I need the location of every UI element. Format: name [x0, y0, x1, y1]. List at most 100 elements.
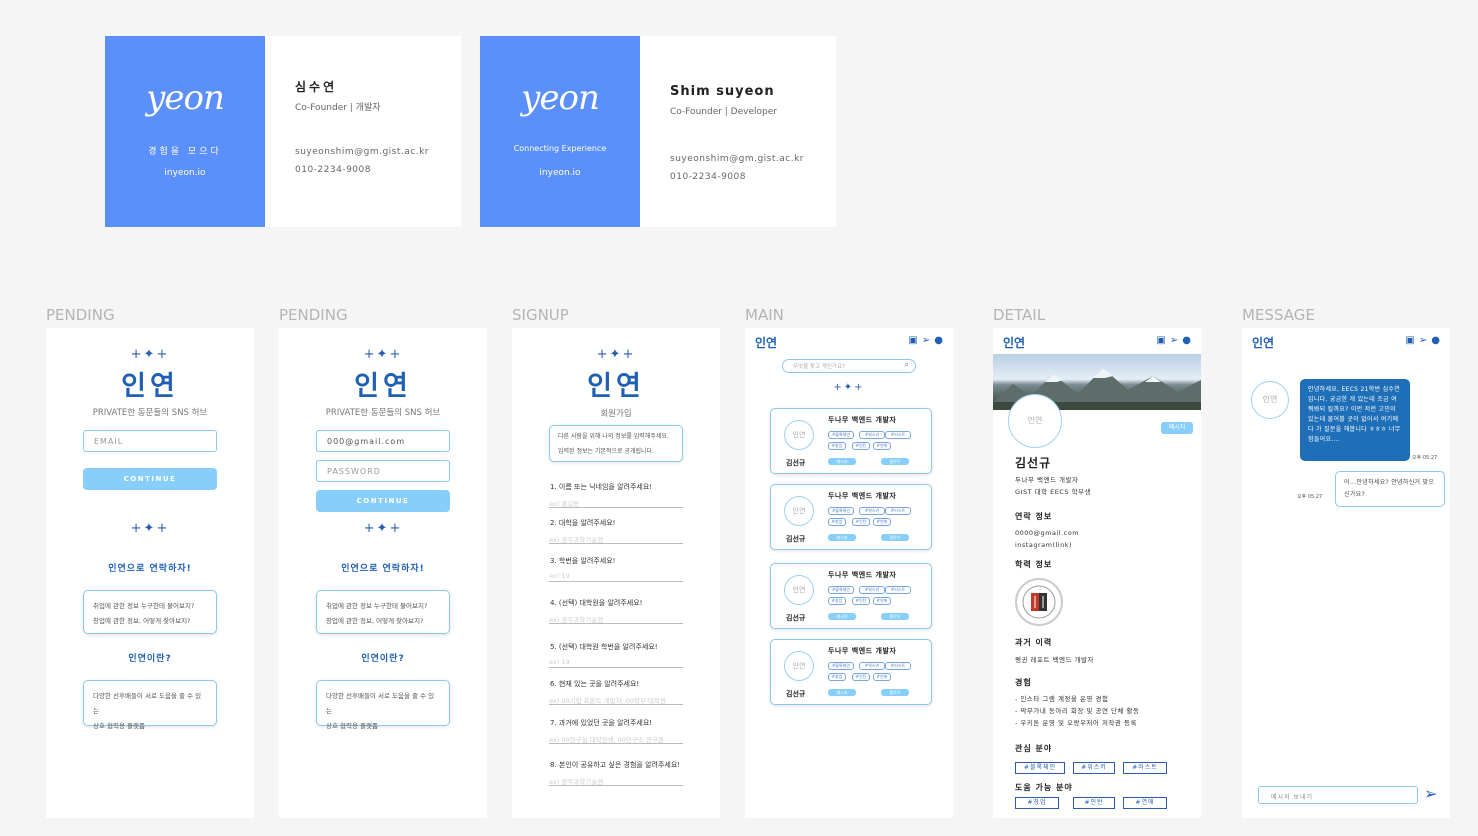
send-icon[interactable]: ➢ — [1419, 335, 1431, 346]
card-phone: 010-2234-9008 — [295, 165, 371, 175]
message-button[interactable]: 메시지 — [828, 613, 856, 620]
continue-button[interactable]: CONTINUE — [83, 468, 217, 490]
interest-chip[interactable]: #위스키 — [859, 431, 885, 439]
interest-tag[interactable]: #블록체인 — [1015, 762, 1065, 774]
about-box: 다양한 선후배들이 서로 도움을 줄 수 있는 상호 협력용 플랫폼 — [316, 680, 450, 730]
interest-chip[interactable]: #인턴 — [852, 518, 870, 526]
continue-button[interactable]: CONTINUE — [316, 490, 450, 512]
past-item: 펭귄 레포트 백엔드 개발자 — [1015, 656, 1094, 664]
profile-avatar: 인연 — [1008, 394, 1062, 448]
profile-name: 김선규 — [1015, 456, 1052, 470]
about-heading: 인연이란? — [361, 654, 405, 664]
signup-answer-input[interactable]: ex) 광주과학기술원 — [549, 614, 683, 624]
interest-chip[interactable]: #러스트 — [885, 507, 911, 515]
intro-box: 취업에 관한 정보 누구한테 물어보지? 창업에 관한 정보, 어떻게 찾아보지… — [83, 590, 217, 634]
email-input[interactable]: 000@gmail.com — [316, 430, 450, 452]
interest-chip[interactable]: #연애 — [873, 518, 891, 526]
signup-answer-input[interactable]: ex) 00연구실 대학원생, 00연구소 연구원 — [549, 734, 683, 744]
app-brand: 인연 — [755, 336, 778, 350]
signup-question: 4. (선택) 대학원을 알려주세요! — [550, 599, 643, 607]
intro-line: 창업에 관한 정보, 어떻게 찾아보지? — [326, 617, 424, 625]
card-site: inyeon.io — [164, 168, 206, 178]
card-role: Co-Founder | Developer — [670, 107, 777, 117]
help-tag[interactable]: #연애 — [1123, 797, 1167, 809]
card-name: 김선규 — [786, 690, 806, 698]
interest-chip[interactable]: #러스트 — [885, 586, 911, 594]
contact-instagram[interactable]: instagram(link) — [1015, 539, 1072, 551]
about-heading: 인연이란? — [128, 654, 172, 664]
card-role: Co-Founder | 개발자 — [295, 103, 381, 113]
subtitle: PRIVATE한 동문들의 SNS 허브 — [325, 408, 441, 418]
interest-chip[interactable]: #러스트 — [885, 431, 911, 439]
user-icon[interactable]: ● — [1431, 335, 1444, 346]
interest-chip[interactable]: #위스키 — [859, 507, 885, 515]
send-icon[interactable]: ➢ — [1424, 784, 1437, 803]
profile-line: 두나무 백엔드 개발자 — [1015, 476, 1079, 484]
app-brand: 인연 — [587, 371, 645, 402]
user-icon[interactable]: ● — [1182, 335, 1195, 346]
interest-tag[interactable]: #러스트 — [1123, 762, 1167, 774]
password-input[interactable]: PASSWORD — [316, 460, 450, 482]
interest-tag[interactable]: #위스키 — [1073, 762, 1115, 774]
sparkle-icon: +✦+ — [833, 382, 865, 393]
message-button[interactable]: 메시지 — [828, 689, 856, 696]
email-input[interactable]: EMAIL — [83, 430, 217, 452]
signup-answer-input[interactable]: ex) 광주과학기술원 — [549, 534, 683, 544]
interest-chip[interactable]: #연애 — [873, 597, 891, 605]
message-button[interactable]: 메시지 — [828, 534, 856, 541]
signup-answer-input[interactable]: ex) 19 — [549, 572, 683, 582]
profile-badge-icon[interactable]: ▣ — [1156, 335, 1169, 346]
signup-answer-input[interactable]: ex) 광주과학기술원 — [549, 776, 683, 786]
interest-chip[interactable]: #창업 — [828, 597, 846, 605]
help-tag[interactable]: #창업 — [1015, 797, 1059, 809]
signup-answer-input[interactable]: ex) 00기업 프론트 개발자, 00학부 대학원 — [549, 695, 683, 705]
sparkle-icon: +✦+ — [130, 347, 170, 362]
send-icon[interactable]: ➢ — [1170, 335, 1182, 346]
card-avatar: 인연 — [784, 420, 814, 450]
interest-chip[interactable]: #창업 — [828, 442, 846, 450]
interest-chip[interactable]: #연애 — [873, 673, 891, 681]
signup-answer-input[interactable]: ex) 19 — [549, 658, 683, 668]
help-heading: 도움 가능 분야 — [1015, 783, 1073, 792]
top-icons: ▣➢● — [1156, 335, 1195, 346]
label-message: MESSAGE — [1242, 306, 1315, 324]
follow-button[interactable]: 팔로우 — [881, 613, 909, 620]
follow-button[interactable]: 팔로우 — [881, 534, 909, 541]
search-icon[interactable]: ⌕ — [905, 360, 909, 370]
interest-chip[interactable]: #인턴 — [852, 673, 870, 681]
interest-chip[interactable]: #위스키 — [859, 662, 885, 670]
profile-card[interactable]: 인연 김선규 두나무 백엔드 개발자 #블록체인 #위스키 #러스트 #창업 #인턴 #연애 메시… — [770, 408, 932, 474]
interest-chip[interactable]: #인턴 — [852, 442, 870, 450]
business-card-korean: yeon 경험을 모으다 inyeon.io 심수연 Co-Founder | … — [105, 36, 461, 227]
interest-chip[interactable]: #러스트 — [885, 662, 911, 670]
interest-chip[interactable]: #창업 — [828, 518, 846, 526]
interest-chip[interactable]: #창업 — [828, 673, 846, 681]
message-screen: 인연 ▣➢● 인연 안녕하세요, EECS 21학번 심수연입니다. 궁금한 게… — [1242, 328, 1450, 818]
message-input[interactable]: 메시지 보내기 — [1258, 786, 1418, 804]
experience-item: - 막무가내 동아리 회장 및 공연 단체 활동 — [1015, 707, 1140, 715]
help-tag[interactable]: #인턴 — [1073, 797, 1115, 809]
signup-answer-input[interactable]: ex) 홍길동 — [549, 498, 683, 508]
message-button[interactable]: 메시지 — [828, 458, 856, 465]
follow-button[interactable]: 팔로우 — [881, 458, 909, 465]
follow-button[interactable]: 팔로우 — [881, 689, 909, 696]
send-icon[interactable]: ➢ — [922, 335, 934, 346]
message-button[interactable]: 메시지 — [1161, 422, 1193, 434]
signup-question: 3. 학번을 알려주세요! — [550, 557, 616, 565]
interest-chip[interactable]: #블록체인 — [828, 586, 854, 594]
profile-card[interactable]: 인연 김선규 두나무 백엔드 개발자 #블록체인 #위스키 #러스트 #창업 #인턴 #연애 메시… — [770, 484, 932, 550]
profile-badge-icon[interactable]: ▣ — [908, 335, 921, 346]
user-icon[interactable]: ● — [934, 335, 947, 346]
interest-chip[interactable]: #블록체인 — [828, 507, 854, 515]
interest-chip[interactable]: #인턴 — [852, 597, 870, 605]
signup-question: 8. 본인이 공유하고 싶은 경험을 알려주세요! — [550, 761, 681, 769]
profile-badge-icon[interactable]: ▣ — [1405, 335, 1418, 346]
interest-chip[interactable]: #위스키 — [859, 586, 885, 594]
search-input[interactable]: 무엇을 찾고 계신가요? ⌕ — [782, 359, 916, 373]
interest-chip[interactable]: #블록체인 — [828, 431, 854, 439]
profile-card[interactable]: 인연 김선규 두나무 백엔드 개발자 #블록체인 #위스키 #러스트 #창업 #인턴 #연애 메시… — [770, 563, 932, 629]
interest-chip[interactable]: #연애 — [873, 442, 891, 450]
interest-chip[interactable]: #블록체인 — [828, 662, 854, 670]
profile-card[interactable]: 인연 김선규 두나무 백엔드 개발자 #블록체인 #위스키 #러스트 #창업 #인턴 #연애 메시… — [770, 639, 932, 705]
top-icons: ▣➢● — [1405, 335, 1444, 346]
